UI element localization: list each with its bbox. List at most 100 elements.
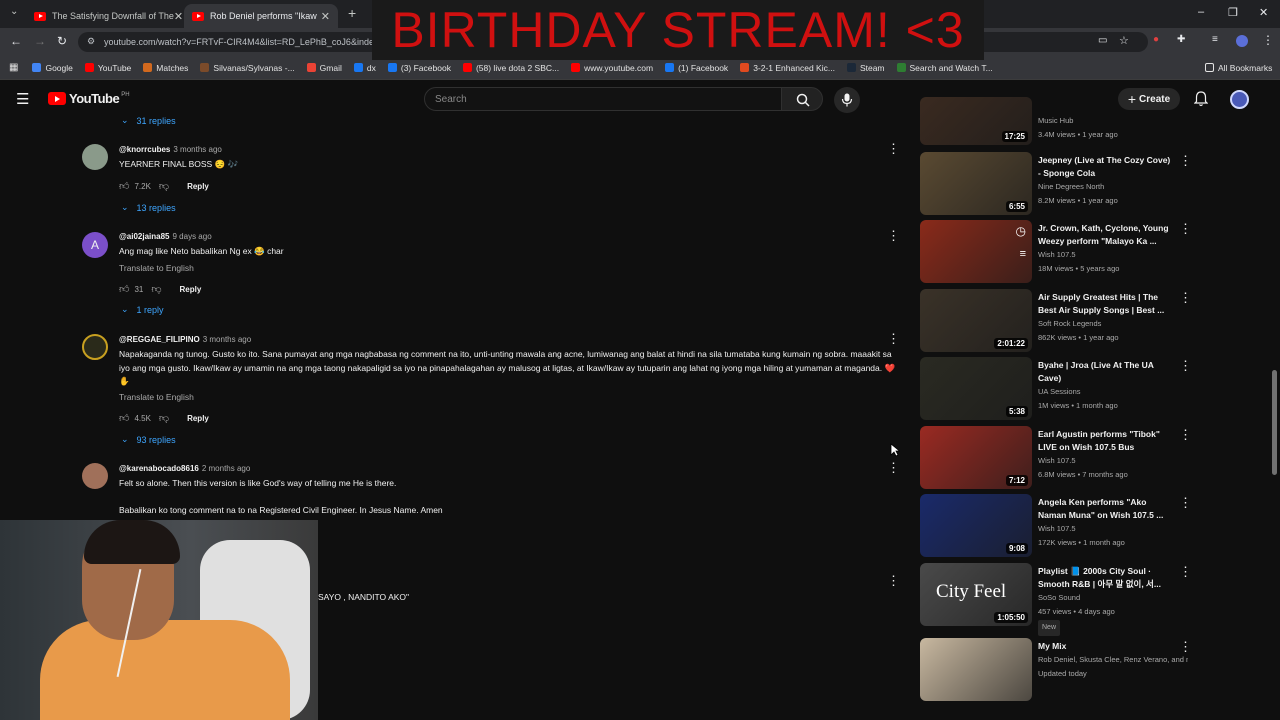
media-control-icon[interactable]: ≡	[1212, 34, 1218, 45]
video-thumbnail[interactable]: ◷ ≡	[920, 220, 1032, 283]
search-input[interactable]: Search	[424, 87, 782, 111]
bookmark-item[interactable]: Gmail	[306, 63, 342, 73]
create-button[interactable]: + Create	[1118, 88, 1180, 110]
voice-search-button[interactable]	[834, 87, 860, 113]
thumbs-up-icon[interactable]: 👍︎	[119, 412, 129, 424]
install-icon[interactable]: ▭	[1098, 35, 1107, 46]
bookmark-item[interactable]: Silvanas/Sylvanas -...	[200, 63, 295, 73]
more-actions-icon[interactable]: ⋮	[1179, 428, 1192, 442]
search-button[interactable]	[781, 87, 823, 111]
video-thumbnail[interactable]: 9:08	[920, 494, 1032, 557]
video-channel[interactable]: Rob Deniel, Skusta Clee, Renz Verano, an…	[1038, 653, 1188, 667]
video-thumbnail[interactable]: 6:55	[920, 152, 1032, 215]
more-actions-icon[interactable]: ⋮	[887, 332, 900, 346]
video-thumbnail[interactable]: City Feel 1:05:50	[920, 563, 1032, 626]
reply-button[interactable]: Reply	[187, 182, 209, 191]
video-title[interactable]: Air Supply Greatest Hits | The Best Air …	[1038, 291, 1173, 317]
more-actions-icon[interactable]: ⋮	[1179, 640, 1192, 654]
browser-tab-active[interactable]: Rob Deniel performs "Ikaw ✕	[184, 4, 338, 28]
more-actions-icon[interactable]: ⋮	[1179, 496, 1192, 510]
reply-button[interactable]: Reply	[187, 414, 209, 423]
video-channel[interactable]: Soft Rock Legends	[1038, 317, 1188, 331]
bookmark-item[interactable]: Google	[32, 63, 73, 73]
comment-author[interactable]: @karenabocado8616 2 months ago	[119, 464, 250, 473]
thumbs-down-icon[interactable]: 👎︎	[159, 180, 169, 192]
replies-toggle[interactable]: ⌄ 1 reply	[121, 304, 164, 315]
video-thumbnail[interactable]	[920, 638, 1032, 701]
reload-icon[interactable]: ↻	[57, 34, 67, 48]
avatar[interactable]	[82, 334, 108, 360]
reply-button[interactable]: Reply	[180, 285, 202, 294]
more-actions-icon[interactable]: ⋮	[1179, 291, 1192, 305]
comment-author[interactable]: @ai02jaina85 9 days ago	[119, 232, 212, 241]
notifications-bell-icon[interactable]	[1194, 91, 1208, 107]
translate-link[interactable]: Translate to English	[119, 263, 194, 273]
site-info-icon[interactable]: ⚙	[87, 36, 95, 47]
video-title[interactable]: Jeepney (Live at The Cozy Cove) - Sponge…	[1038, 154, 1173, 180]
video-channel[interactable]: Wish 107.5	[1038, 454, 1188, 468]
video-title[interactable]: My Mix	[1038, 640, 1173, 653]
video-channel[interactable]: Music Hub	[1038, 114, 1188, 128]
extension-icon[interactable]: ●	[1153, 34, 1159, 45]
video-channel[interactable]: SoSo Sound	[1038, 591, 1188, 605]
profile-icon[interactable]	[1236, 35, 1248, 47]
more-actions-icon[interactable]: ⋮	[887, 574, 900, 588]
bookmark-item[interactable]: www.youtube.com	[571, 63, 653, 73]
hamburger-menu-icon[interactable]: ☰	[16, 90, 29, 108]
avatar[interactable]	[1230, 90, 1249, 109]
video-channel[interactable]: Wish 107.5	[1038, 522, 1188, 536]
minimize-icon[interactable]: –	[1198, 6, 1204, 18]
bookmark-item[interactable]: (3) Facebook	[387, 63, 451, 73]
apps-grid-icon[interactable]: ▦	[9, 62, 18, 73]
video-thumbnail[interactable]: 7:12	[920, 426, 1032, 489]
forward-icon[interactable]: →	[34, 34, 46, 48]
bookmark-item[interactable]: Matches	[143, 63, 188, 73]
more-actions-icon[interactable]: ⋮	[1179, 359, 1192, 373]
comment-author[interactable]: @knorrcubes 3 months ago	[119, 145, 222, 154]
bookmark-item[interactable]: (58) live dota 2 SBC...	[462, 63, 559, 73]
add-to-queue-icon[interactable]: ≡	[1020, 248, 1026, 260]
close-tab-icon[interactable]: ✕	[321, 10, 330, 23]
video-title[interactable]: Byahe | Jroa (Live At The UA Cave)	[1038, 359, 1173, 385]
bookmark-item[interactable]: Steam	[846, 63, 885, 73]
more-actions-icon[interactable]: ⋮	[887, 142, 900, 156]
watch-later-clock-icon[interactable]: ◷	[1016, 224, 1026, 238]
all-bookmarks[interactable]: All Bookmarks	[1205, 63, 1272, 73]
replies-toggle[interactable]: ⌄ 93 replies	[121, 434, 176, 445]
close-tab-icon[interactable]: ✕	[174, 10, 182, 23]
browser-menu-icon[interactable]: ⋮	[1262, 33, 1274, 47]
translate-link[interactable]: Translate to English	[119, 392, 194, 402]
thumbs-up-icon[interactable]: 👍︎	[119, 283, 129, 295]
bookmark-item[interactable]: YouTube	[84, 63, 131, 73]
avatar[interactable]	[82, 463, 108, 489]
replies-toggle[interactable]: ⌄ 31 replies	[121, 115, 176, 126]
youtube-logo[interactable]: YouTube PH	[48, 91, 130, 106]
more-actions-icon[interactable]: ⋮	[1179, 222, 1192, 236]
avatar[interactable]	[82, 144, 108, 170]
comment-timestamp[interactable]: 3 months ago	[203, 335, 251, 344]
comment-timestamp[interactable]: 2 months ago	[202, 464, 250, 473]
bookmark-item[interactable]: (1) Facebook	[665, 63, 728, 73]
video-channel[interactable]: Wish 107.5	[1038, 248, 1188, 262]
thumbs-down-icon[interactable]: 👎︎	[159, 412, 169, 424]
comment-author[interactable]: @REGGAE_FILIPINO 3 months ago	[119, 335, 251, 344]
video-thumbnail[interactable]: 5:38	[920, 357, 1032, 420]
video-title[interactable]: Playlist 📘 2000s City Soul · Smooth R&B …	[1038, 565, 1173, 591]
browser-tab[interactable]: The Satisfying Downfall of The ✕	[26, 4, 182, 28]
maximize-icon[interactable]: ❐	[1228, 6, 1238, 19]
replies-toggle[interactable]: ⌄ 13 replies	[121, 202, 176, 213]
more-actions-icon[interactable]: ⋮	[887, 461, 900, 475]
video-thumbnail[interactable]: 17:25	[920, 97, 1032, 145]
close-window-icon[interactable]: ✕	[1259, 6, 1268, 19]
video-thumbnail[interactable]: 2:01:22	[920, 289, 1032, 352]
more-actions-icon[interactable]: ⋮	[1179, 154, 1192, 168]
tab-search-icon[interactable]: ⌄	[10, 6, 18, 17]
page-scrollbar[interactable]	[1272, 370, 1277, 475]
bookmark-item[interactable]: Search and Watch T...	[896, 63, 993, 73]
video-channel[interactable]: UA Sessions	[1038, 385, 1188, 399]
comment-timestamp[interactable]: 9 days ago	[173, 232, 212, 241]
bookmark-star-icon[interactable]: ☆	[1119, 34, 1129, 47]
bookmark-item[interactable]: dx	[353, 63, 376, 73]
avatar[interactable]: A	[82, 232, 108, 258]
video-title[interactable]: Jr. Crown, Kath, Cyclone, Young Weezy pe…	[1038, 222, 1173, 248]
